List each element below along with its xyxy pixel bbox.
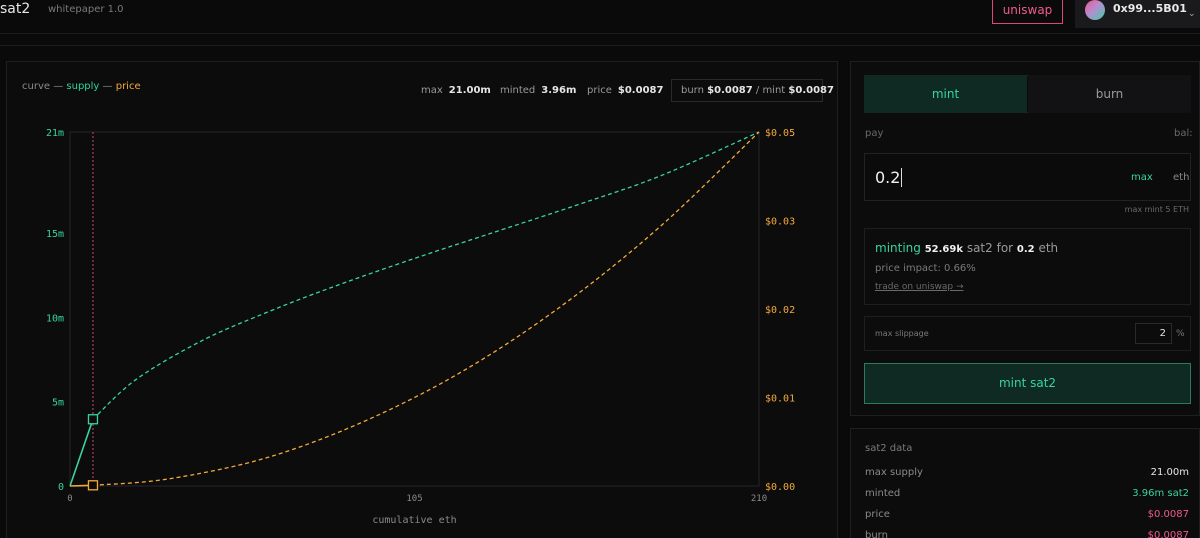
data-row: burn $0.0087 (865, 530, 1191, 538)
currency-label: eth (1173, 172, 1190, 183)
y-left-tick-label: 0 (58, 482, 64, 493)
data-title: sat2 data (865, 443, 913, 454)
data-value: $0.0087 (1147, 530, 1189, 538)
whitepaper-link[interactable]: whitepaper 1.0 (48, 4, 124, 15)
series-price-projected (92, 131, 760, 486)
minting-summary: minting 52.69k sat2 for 0.2 eth (875, 241, 1058, 255)
data-row: minted 3.96m sat2 (865, 488, 1191, 499)
data-value: 3.96m sat2 (1132, 488, 1189, 499)
series-supply-minted (69, 418, 94, 487)
x-axis-label: cumulative eth (372, 515, 456, 526)
uniswap-button[interactable]: uniswap (992, 0, 1063, 24)
data-label: minted (865, 488, 901, 499)
chevron-down-icon: ⌄ (1188, 9, 1196, 19)
minting-word: minting (875, 241, 921, 255)
pay-label: pay (865, 128, 884, 139)
sat2-data-panel: sat2 data max supply 21.00m minted 3.96m s… (850, 428, 1200, 538)
chart-panel: curve — supply — price max 21.00m minted 3… (6, 61, 838, 538)
divider (0, 45, 1200, 46)
marker-supply (87, 414, 99, 425)
wallet-address: 0x99...5B01 (1113, 2, 1187, 15)
slippage-unit: % (1176, 329, 1185, 339)
minting-eth: 0.2 (1016, 244, 1035, 255)
data-value: 21.00m (1150, 467, 1189, 478)
mint-button[interactable]: mint sat2 (864, 363, 1191, 404)
y-left-tick-label: 5m (52, 398, 64, 409)
wallet-button[interactable]: 0x99...5B01 ⌄ (1075, 0, 1200, 28)
minting-unit: eth (1038, 241, 1059, 255)
slippage-label: max slippage (875, 329, 929, 338)
avatar (1085, 0, 1105, 20)
balance-label: bal: (1174, 128, 1193, 139)
pay-input[interactable]: 0.2 max eth (864, 153, 1191, 201)
quote-box: minting 52.69k sat2 for 0.2 eth price im… (864, 228, 1191, 305)
minting-amount: 52.69k (924, 244, 963, 255)
y-right-tick-label: $0.00 (765, 482, 795, 493)
x-tick-label: 210 (751, 494, 767, 504)
y-left-tick-label: 15m (46, 229, 64, 240)
top-bar: sat2 whitepaper 1.0 uniswap 0x99...5B01 … (0, 0, 1200, 34)
tab-burn[interactable]: burn (1028, 75, 1191, 113)
uniswap-link[interactable]: trade on uniswap → (875, 282, 964, 292)
data-label: max supply (865, 467, 923, 478)
slippage-input[interactable]: 2 (1135, 323, 1172, 344)
price-impact: price impact: 0.66% (875, 263, 976, 274)
data-value: $0.0087 (1147, 509, 1189, 520)
data-row: price $0.0087 (865, 509, 1191, 520)
x-tick-label: 0 (67, 494, 72, 504)
y-left-tick-label: 21m (46, 128, 64, 139)
data-row: max supply 21.00m (865, 467, 1191, 478)
plot-frame (69, 131, 760, 487)
marker-price (87, 480, 99, 491)
y-right-tick-label: $0.02 (765, 305, 795, 316)
y-right-tick-label: $0.01 (765, 394, 795, 405)
bonding-curve-chart[interactable]: 0 5m 10m 15m 21m $0.00 $0.01 $0.02 $0.03 $0.05 0 10… (7, 62, 839, 538)
max-mint-hint: max mint 5 ETH (1124, 205, 1189, 214)
pay-value[interactable]: 0.2 (875, 168, 903, 187)
y-right-tick-label: $0.05 (765, 128, 795, 139)
trade-panel: mint burn pay bal: 0.2 max eth max mint … (850, 61, 1200, 416)
max-button[interactable]: max (1131, 172, 1153, 183)
tab-mint[interactable]: mint (864, 75, 1027, 113)
data-label: burn (865, 530, 888, 538)
minting-rest: sat2 for (966, 241, 1014, 255)
x-tick-label: 105 (406, 494, 422, 504)
y-right-tick-label: $0.03 (765, 217, 795, 228)
data-label: price (865, 509, 890, 520)
brand-logo[interactable]: sat2 (0, 1, 30, 17)
y-left-tick-label: 10m (46, 313, 64, 324)
series-supply-projected (92, 131, 760, 420)
slippage-row: max slippage 2 % (864, 316, 1191, 351)
